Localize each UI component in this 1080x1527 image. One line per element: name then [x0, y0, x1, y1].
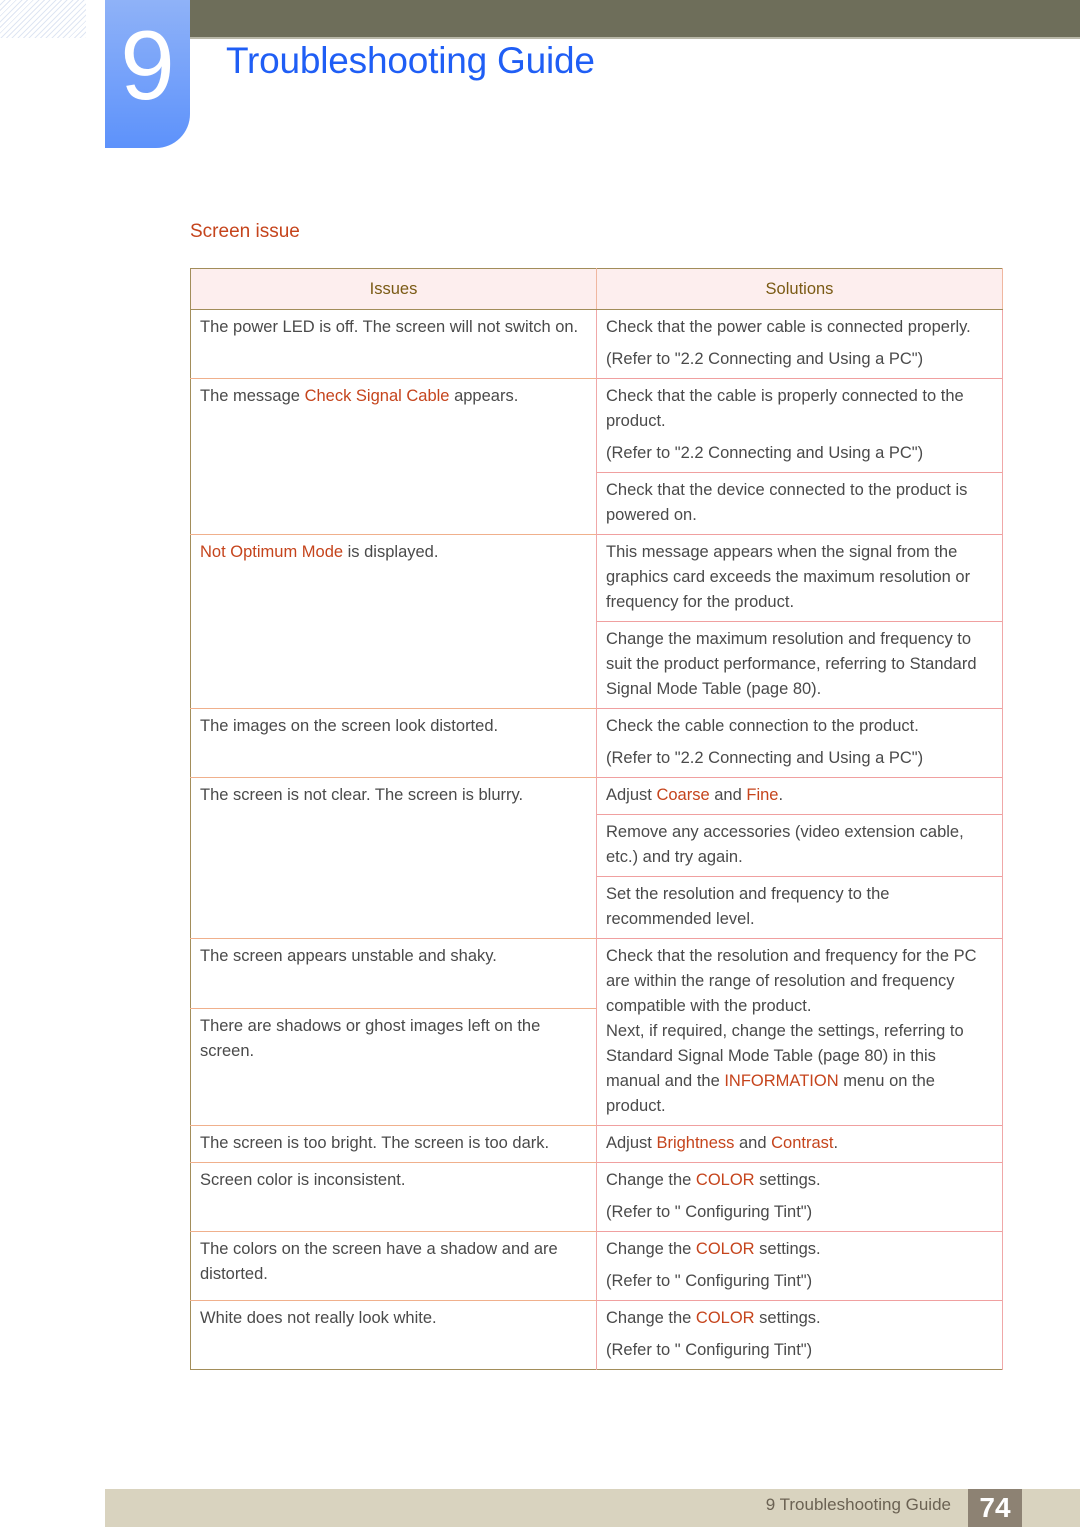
highlight-term: Contrast	[771, 1134, 834, 1152]
solution-cell: Adjust Coarse and Fine.	[596, 777, 1003, 815]
table-row: Not Optimum Mode is displayed. This mess…	[190, 534, 1003, 709]
issue-cell: Not Optimum Mode is displayed.	[190, 534, 597, 709]
footer-chapter-label: 9 Troubleshooting Guide	[765, 1495, 951, 1514]
reference-text: (Refer to " Configuring Tint")	[606, 1203, 813, 1221]
highlight-term: Check Signal Cable	[304, 387, 450, 405]
page-title: Troubleshooting Guide	[226, 40, 595, 81]
solution-text: Check that the device connected to the p…	[606, 481, 968, 524]
solution-cell: Adjust Brightness and Contrast.	[596, 1125, 1003, 1163]
reference-text: (Refer to "2.2 Connecting and Using a PC…	[606, 444, 924, 462]
issue-cell: The message Check Signal Cable appears.	[190, 378, 597, 535]
solution-text: Check the cable connection to the produc…	[606, 717, 919, 735]
solution-cell: This message appears when the signal fro…	[596, 534, 1003, 622]
highlight-term: INFORMATION	[724, 1072, 839, 1090]
section-title: Screen issue	[190, 221, 300, 242]
reference-text: (Refer to " Configuring Tint")	[606, 1341, 813, 1359]
issue-cell: The screen is not clear. The screen is b…	[190, 777, 597, 939]
highlight-term: COLOR	[695, 1309, 755, 1327]
decorative-hatch	[0, 0, 86, 38]
solution-cell: Check that the cable is properly connect…	[596, 378, 1003, 473]
table-row: The images on the screen look distorted.…	[190, 708, 1003, 778]
solution-cell: Change the COLOR settings. (Refer to " C…	[596, 1300, 1003, 1370]
solution-cell: Change the COLOR settings. (Refer to " C…	[596, 1231, 1003, 1301]
issue-cell: The power LED is off. The screen will no…	[190, 309, 597, 379]
solution-cell: Change the maximum resolution and freque…	[596, 621, 1003, 709]
reference-text: (Refer to " Configuring Tint")	[606, 1272, 813, 1290]
reference-text: (Refer to "2.2 Connecting and Using a PC…	[606, 749, 924, 767]
highlight-term: Not Optimum Mode	[200, 543, 344, 561]
solution-text: Change the maximum resolution and freque…	[606, 630, 977, 698]
table-row: The screen appears unstable and shaky. C…	[190, 938, 1003, 1126]
issue-cell: Screen color is inconsistent.	[190, 1162, 597, 1232]
table-row: The message Check Signal Cable appears. …	[190, 378, 1003, 535]
issue-cell: The images on the screen look distorted.	[190, 708, 597, 778]
solution-cell: Check the cable connection to the produc…	[596, 708, 1003, 778]
solution-text: Check that the power cable is connected …	[606, 318, 971, 336]
page-number: 74	[968, 1489, 1022, 1527]
solution-text: Check that the resolution and frequency …	[606, 947, 977, 1015]
troubleshooting-table: Issues Solutions The power LED is off. T…	[190, 268, 1003, 1370]
issue-cell: The screen appears unstable and shaky.	[190, 938, 597, 1009]
issue-cell: The screen is too bright. The screen is …	[190, 1125, 597, 1163]
table-row: The screen is not clear. The screen is b…	[190, 777, 1003, 939]
solution-text: This message appears when the signal fro…	[606, 543, 971, 611]
solution-cell: Change the COLOR settings. (Refer to " C…	[596, 1162, 1003, 1232]
solution-cell: Check that the resolution and frequency …	[596, 938, 1003, 1126]
highlight-term: Coarse	[656, 786, 710, 804]
solution-cell: Set the resolution and frequency to the …	[596, 876, 1003, 939]
column-header-issues: Issues	[190, 268, 597, 310]
solution-text: Check that the cable is properly connect…	[606, 387, 964, 430]
chapter-number-tab: 9	[105, 0, 190, 148]
issue-cell: The colors on the screen have a shadow a…	[190, 1231, 597, 1301]
highlight-term: Fine	[746, 786, 779, 804]
solution-cell: Check that the device connected to the p…	[596, 472, 1003, 535]
issue-cell: White does not really look white.	[190, 1300, 597, 1370]
table-row: The power LED is off. The screen will no…	[190, 309, 1003, 379]
solution-cell: Remove any accessories (video extension …	[596, 814, 1003, 877]
highlight-term: COLOR	[695, 1171, 755, 1189]
table-row: Screen color is inconsistent. Change the…	[190, 1162, 1003, 1232]
table-row: The colors on the screen have a shadow a…	[190, 1231, 1003, 1301]
highlight-term: Brightness	[656, 1134, 735, 1152]
solution-text: Remove any accessories (video extension …	[606, 823, 964, 866]
table-row: White does not really look white. Change…	[190, 1300, 1003, 1370]
issue-cell: There are shadows or ghost images left o…	[190, 1007, 597, 1126]
table-row: The screen is too bright. The screen is …	[190, 1125, 1003, 1163]
solution-text: Set the resolution and frequency to the …	[606, 885, 890, 928]
solution-cell: Check that the power cable is connected …	[596, 309, 1003, 379]
header-band	[190, 0, 1080, 39]
reference-text: (Refer to "2.2 Connecting and Using a PC…	[606, 350, 924, 368]
table-header-row: Issues Solutions	[190, 268, 1003, 310]
highlight-term: COLOR	[695, 1240, 755, 1258]
column-header-solutions: Solutions	[596, 268, 1003, 310]
